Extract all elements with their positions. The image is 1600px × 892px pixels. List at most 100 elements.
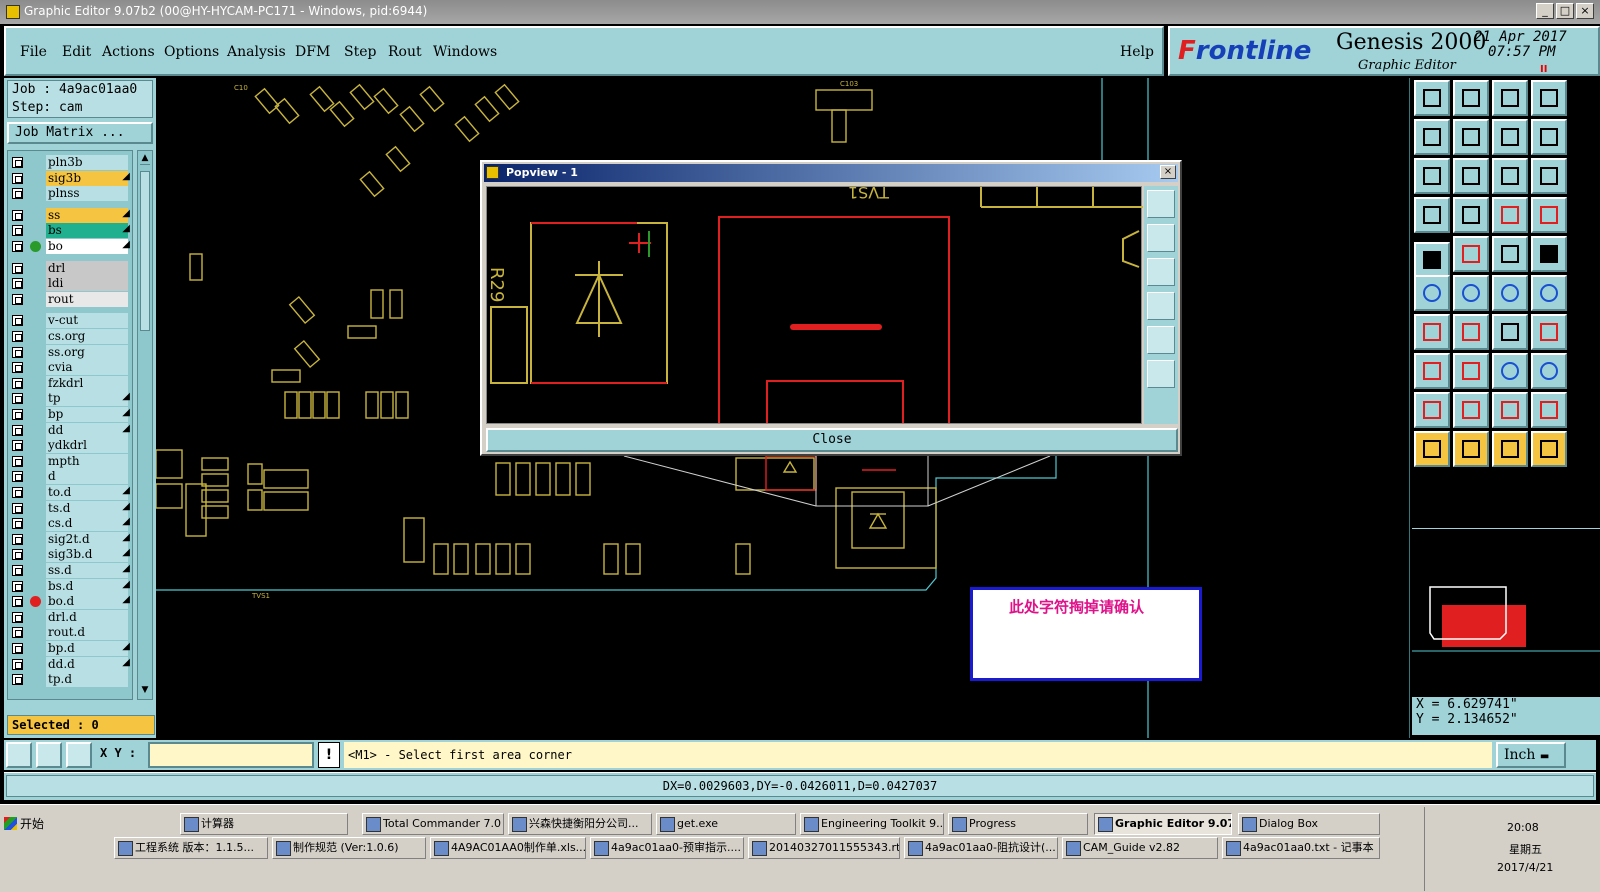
layer-checkbox[interactable] [12,262,23,274]
layer-checkbox[interactable] [12,533,23,545]
polygon-tool[interactable] [1453,236,1489,272]
layer-checkbox[interactable] [12,643,23,654]
highlight-red-tool[interactable] [1492,197,1528,233]
layer-name[interactable]: bs.d [46,578,128,594]
layer-scrollbar[interactable]: ▲ ▼ [137,150,153,700]
layer-row[interactable]: bp ◢ [8,407,132,422]
layer-name[interactable]: ss.org [46,344,128,360]
taskbar-item[interactable]: 兴森快捷衡阳分公司... [508,813,652,835]
menu-options[interactable]: Options [164,44,219,60]
taskbar-item[interactable]: 4a9ac01aa0-预审指示.... [590,837,744,859]
layer-name[interactable]: cs.d [46,516,128,532]
pan-left-tool[interactable] [1414,119,1450,155]
popview-close-icon[interactable]: × [1160,165,1176,179]
layer-checkbox[interactable] [12,293,23,305]
mirror-tool[interactable] [1531,314,1567,350]
layer-checkbox[interactable] [12,278,23,290]
layer-name[interactable]: cvia [46,360,128,376]
select-rotate-tool[interactable] [1492,431,1528,467]
taskbar-item[interactable]: Dialog Box [1238,813,1380,835]
taskbar-item[interactable]: 4A9AC01AA0制作单.xls... [430,837,586,859]
layer-checkbox[interactable] [12,658,23,670]
taskbar-item[interactable]: CAM_Guide v2.82 [1062,837,1218,859]
taskbar-item[interactable]: Graphic Editor 9.07... [1094,813,1232,835]
layer-checkbox[interactable] [12,565,23,576]
taskbar-item[interactable]: Total Commander 7.0 ... [362,813,504,835]
move-node-tool[interactable] [1492,275,1528,311]
layer-name[interactable]: mpth [46,453,128,469]
home-tool[interactable] [1492,80,1528,116]
popview-close-button[interactable]: Close [486,428,1178,452]
layer-checkbox[interactable] [12,315,23,327]
layer-name[interactable]: sig2t.d [46,531,128,547]
zoom-1-2-tool[interactable] [1492,158,1528,194]
angle-mode-icon[interactable] [36,742,62,768]
job-matrix-button[interactable]: Job Matrix ... [7,122,153,144]
layer-row[interactable]: ss.d ◢ [8,563,132,578]
layer-row[interactable]: ts.d ◢ [8,500,132,516]
help-tool[interactable] [1531,158,1567,194]
close-button[interactable]: × [1576,3,1594,19]
draw-line-tool[interactable] [1414,314,1450,350]
popview-zoom-in-icon[interactable] [1147,360,1175,388]
layer-row[interactable]: d [8,469,132,485]
resize-tool[interactable] [1531,80,1567,116]
menu-step[interactable]: Step [344,44,376,60]
layer-name[interactable]: dd.d [46,656,128,672]
menu-dfm[interactable]: DFM [295,44,330,60]
popview-pan-up-icon[interactable] [1147,224,1175,252]
text-tool-tool[interactable] [1492,392,1528,428]
layer-row[interactable]: rout [8,291,132,307]
layer-checkbox[interactable] [12,157,23,168]
layer-name[interactable]: tp [46,391,128,407]
draw-arc-tool[interactable] [1453,314,1489,350]
popview-canvas[interactable]: R29 TVS1 [486,183,1143,424]
layers-tool[interactable] [1531,353,1567,389]
layer-row[interactable]: bs.d ◢ [8,578,132,594]
taskbar-item[interactable]: Engineering Toolkit 9.... [800,813,944,835]
layer-row[interactable]: drl.d [8,609,132,625]
layer-name[interactable]: rout [46,291,128,307]
layer-checkbox[interactable] [12,362,23,374]
add-node-tool[interactable] [1531,275,1567,311]
minimize-button[interactable]: _ [1536,3,1554,19]
layer-checkbox[interactable] [12,549,23,561]
layer-name[interactable]: ydkdrl [46,438,128,454]
taskbar-item[interactable]: 4a9ac01aa0-阻抗设计(... [904,837,1058,859]
layer-name[interactable]: drl.d [46,609,128,625]
message-icon[interactable]: ! [318,742,340,768]
layer-row[interactable]: dd ◢ [8,422,132,438]
pause-icon[interactable]: II [1540,64,1547,75]
unit-selector[interactable]: Inch ▬ [1496,742,1566,768]
layer-row[interactable]: ss.org [8,344,132,360]
layer-checkbox[interactable] [12,471,23,483]
fill-circle-tool[interactable] [1531,236,1567,272]
snap-mode-icon[interactable] [6,742,32,768]
scroll-down-icon[interactable]: ▼ [140,685,150,697]
layer-row[interactable]: sig2t.d ◢ [8,531,132,547]
taskbar-item[interactable]: 4a9ac01aa0.txt - 记事本 [1222,837,1380,859]
layer-checkbox[interactable] [12,674,23,686]
layer-name[interactable]: sig3b.d [46,547,128,563]
delete-node-tool[interactable] [1453,275,1489,311]
text-alt-tool[interactable] [1531,392,1567,428]
taskbar-item[interactable]: Progress [948,813,1088,835]
select-move-tool[interactable] [1531,431,1567,467]
taskbar-item[interactable]: 制作规范 (Ver:1.0.6) [272,837,426,859]
layer-checkbox[interactable] [12,377,23,389]
taskbar-item[interactable]: 工程系统 版本：1.1.5... [114,837,268,859]
layer-row[interactable]: tp ◢ [8,391,132,407]
layer-checkbox[interactable] [12,393,23,405]
triangle-tool[interactable] [1414,392,1450,428]
page-layout-tool[interactable] [1531,119,1567,155]
layer-row[interactable]: v-cut [8,313,132,329]
layer-name[interactable]: plnss [46,186,128,202]
down-arrow-tool[interactable] [1453,80,1489,116]
taskbar-item[interactable]: 计算器 [180,813,348,835]
layer-row[interactable]: pln3b [8,155,132,170]
grid-mode-icon[interactable] [66,742,92,768]
layer-checkbox[interactable] [12,627,23,639]
menu-edit[interactable]: Edit [62,44,91,60]
ruler-tool[interactable] [1492,236,1528,272]
layer-row[interactable]: rout.d [8,625,132,641]
